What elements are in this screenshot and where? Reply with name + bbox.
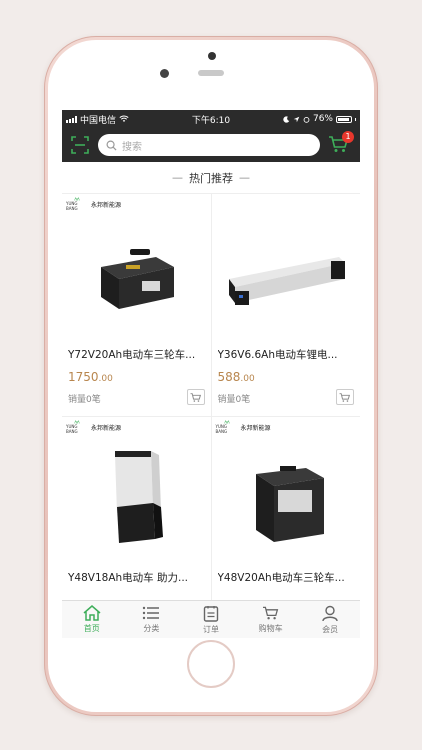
product-title[interactable]: Y72V20Ah电动车三轮车...: [68, 347, 205, 362]
top-bar: 搜索 1: [62, 128, 360, 162]
title-dash-left: —: [172, 171, 183, 184]
tab-orders[interactable]: 订单: [181, 601, 241, 638]
logo-mark: YUNG BANG: [66, 197, 88, 211]
status-bar: 中国电信 下午6:10 76%: [62, 110, 360, 128]
product-sales: 销量0笔: [68, 395, 101, 405]
tab-member[interactable]: 会员: [300, 601, 360, 638]
product-title[interactable]: Y48V20Ah电动车三轮车...: [218, 570, 355, 585]
tab-label: 会员: [322, 624, 339, 634]
home-icon: [83, 605, 101, 621]
tab-label: 首页: [83, 624, 100, 633]
tab-category[interactable]: 分类: [122, 601, 182, 638]
app-screen: 中国电信 下午6:10 76% 搜索 1 — 热门推荐 — YUNG BANG …: [62, 110, 360, 638]
product-image[interactable]: [212, 437, 361, 567]
list-icon: [143, 606, 160, 620]
product-image[interactable]: [212, 214, 361, 344]
brand-logo: YUNG BANG 永邦新能源: [216, 420, 271, 434]
front-camera: [160, 69, 169, 78]
status-time: 下午6:10: [191, 115, 231, 126]
search-input[interactable]: 搜索: [98, 134, 320, 156]
cart-icon: [262, 606, 278, 620]
title-dash-right: —: [239, 171, 250, 184]
add-to-cart-button[interactable]: [186, 389, 205, 405]
product-grid: YUNG BANG 永邦新能源 Y72V20Ah电动车三轮车... 1750.0…: [62, 194, 360, 638]
add-to-cart-button[interactable]: [336, 389, 354, 405]
earpiece-speaker: [198, 70, 224, 76]
product-image[interactable]: [62, 214, 211, 344]
product-sales: 销量0笔: [217, 395, 251, 405]
product-card[interactable]: YUNG BANG 永邦新能源 Y72V20Ah电动车三轮车... 1750.0…: [62, 194, 211, 416]
search-placeholder: 搜索: [122, 141, 142, 153]
brand-logo: YUNG BANG 永邦新能源: [66, 197, 121, 211]
order-icon: [203, 605, 219, 622]
tab-home[interactable]: 首页: [62, 601, 122, 638]
product-title[interactable]: Y36V6.6Ah电动车锂电...: [218, 347, 355, 362]
logo-brand: 永邦新能源: [91, 424, 122, 432]
product-price: 1750.00: [68, 370, 113, 384]
tab-label: 订单: [202, 624, 219, 634]
section-title: — 热门推荐 —: [62, 162, 360, 194]
product-price: 588.00: [217, 370, 255, 384]
camera-dot: [208, 52, 216, 60]
product-image[interactable]: [62, 437, 211, 567]
scan-icon[interactable]: [70, 135, 90, 155]
cart-icon: [339, 392, 351, 402]
cart-badge: 1: [342, 131, 354, 143]
search-icon: [106, 140, 117, 151]
logo-brand: 永邦新能源: [240, 424, 271, 432]
product-card[interactable]: Y36V6.6Ah电动车锂电... 588.00 销量0笔: [211, 194, 361, 416]
section-title-text: 热门推荐: [189, 171, 233, 185]
logo-mark: YUNG BANG: [66, 420, 88, 434]
tab-cart[interactable]: 购物车: [241, 601, 301, 638]
user-icon: [322, 605, 338, 621]
bottom-tab-bar: 首页 分类 订单 购物车 会员: [62, 600, 360, 638]
cart-icon: [190, 392, 201, 402]
home-button[interactable]: [187, 640, 235, 688]
tab-label: 分类: [143, 624, 160, 633]
header-cart-button[interactable]: 1: [328, 131, 354, 156]
brand-logo: YUNG BANG 永邦新能源: [66, 420, 121, 434]
logo-brand: 永邦新能源: [91, 201, 122, 209]
battery-icon: [336, 115, 352, 123]
tab-label: 购物车: [258, 624, 283, 633]
product-title[interactable]: Y48V18Ah电动车 助力...: [68, 570, 205, 585]
logo-mark: YUNG BANG: [216, 420, 238, 434]
